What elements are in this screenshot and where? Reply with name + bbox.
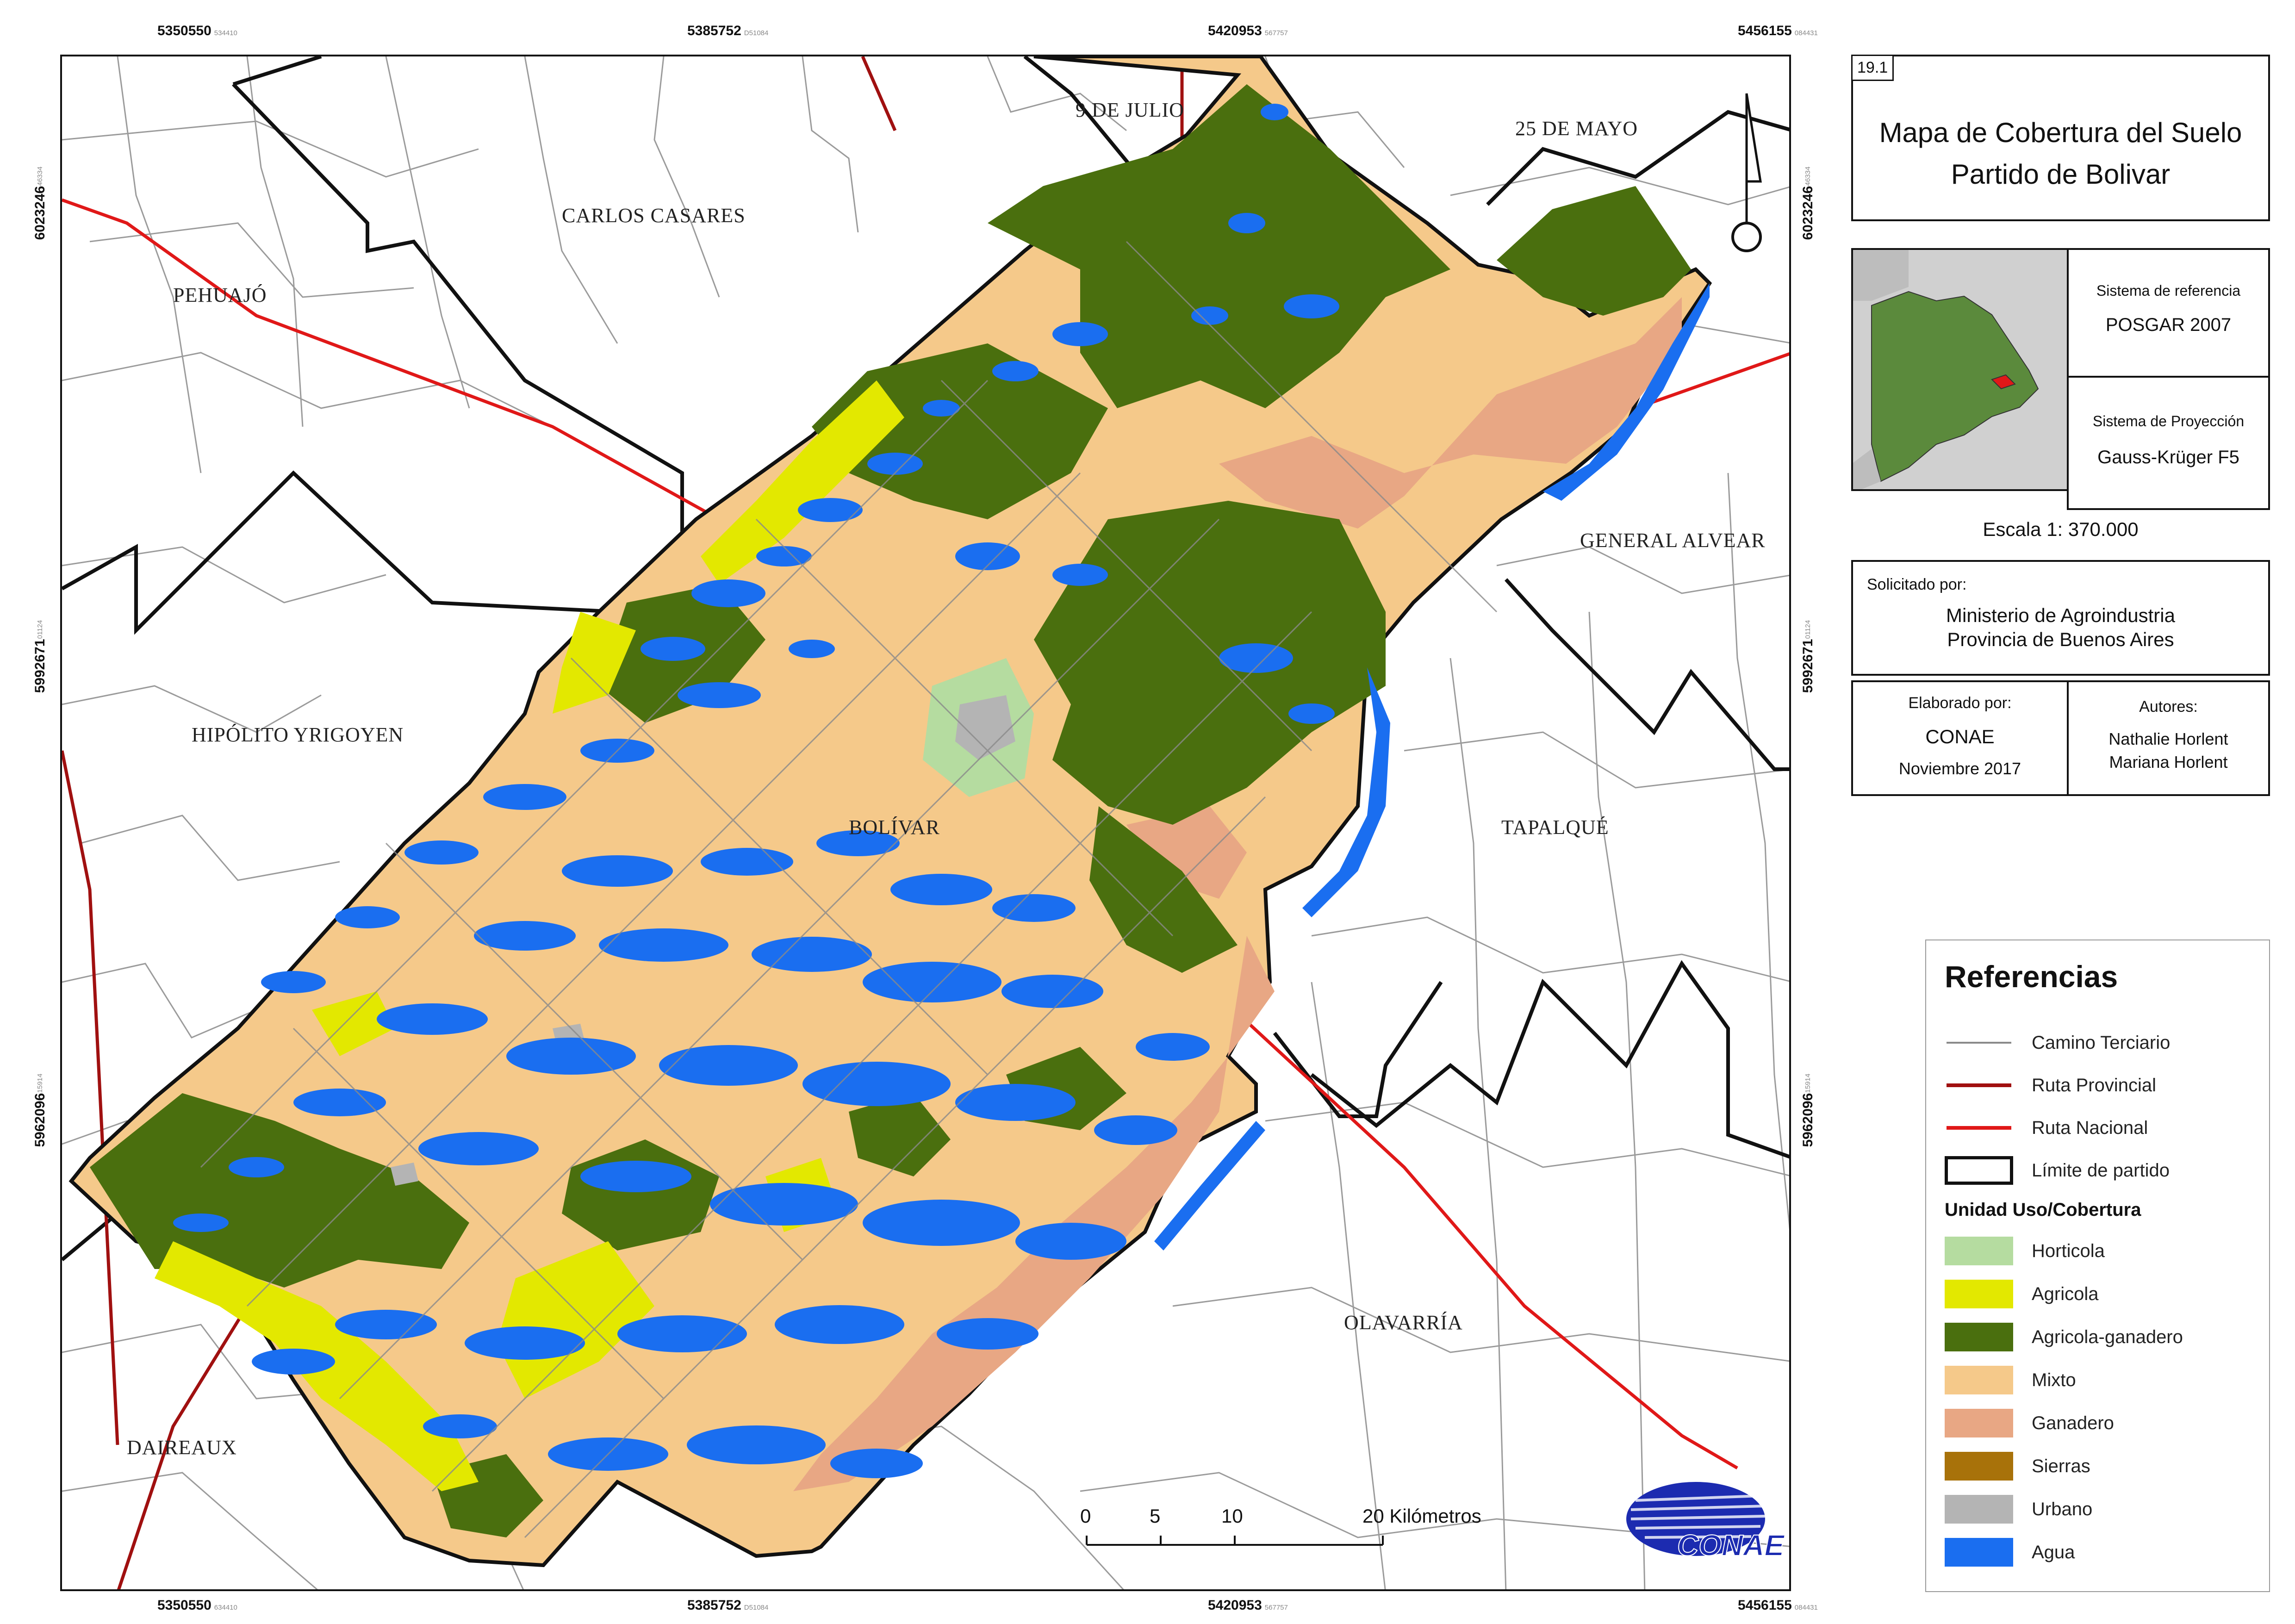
ref-system-value: POSGAR 2007	[2105, 315, 2232, 335]
map-number: 19.1	[1851, 55, 1894, 81]
authors-box: Autores: Nathalie Horlent Mariana Horlen…	[2067, 680, 2270, 796]
coord-top-4: 5456155 084431	[1738, 23, 1818, 38]
legend-title: Referencias	[1945, 959, 2118, 994]
legend-urbano: Urbano	[1945, 1495, 2092, 1524]
author-name: Mariana Horlent	[2109, 753, 2228, 772]
coord-left-3: 596209615914	[32, 1074, 48, 1147]
scale-tick-label: 5	[1150, 1505, 1161, 1527]
scale-text: Escala 1: 370.000	[1983, 518, 2139, 540]
coord-bottom-1: 5350550 634410	[157, 1598, 237, 1613]
inset-map	[1851, 248, 2069, 491]
legend-camino-terciario: Camino Terciario	[1947, 1032, 2171, 1053]
legend-ruta-provincial: Ruta Provincial	[1947, 1075, 2157, 1095]
place-label: OLAVARRÍA	[1344, 1311, 1463, 1334]
conae-logo: CONAE	[1626, 1473, 1785, 1565]
legend-ruta-nacional: Ruta Nacional	[1947, 1117, 2148, 1138]
conae-logo-text: CONAE	[1677, 1528, 1785, 1562]
place-label: CARLOS CASARES	[562, 204, 746, 227]
legend-agricola: Agricola	[1945, 1280, 2099, 1308]
place-label: GENERAL ALVEAR	[1580, 529, 1766, 552]
bolivar-partido	[68, 56, 1712, 1568]
coord-right-3: 596209615914	[1800, 1074, 1816, 1147]
made-by-value: CONAE	[1925, 726, 1995, 747]
authors-label: Autores:	[2139, 698, 2198, 716]
scale-bar: 0 5 10 20 Kilómetros	[1080, 1505, 1481, 1561]
requested-line2: Provincia de Buenos Aires	[1947, 628, 2174, 650]
coord-right-2: 599267101124	[1800, 620, 1816, 693]
projection-value: Gauss-Krüger F5	[2097, 447, 2239, 467]
place-label: 25 DE MAYO	[1515, 117, 1638, 140]
scale-tick-label: 10	[1221, 1505, 1243, 1527]
place-label: BOLÍVAR	[849, 816, 940, 839]
scale-tick-label: 20 Kilómetros	[1362, 1505, 1481, 1527]
requested-line1: Ministerio de Agroindustria	[1946, 604, 2175, 626]
place-label: HIPÓLITO YRIGOYEN	[192, 723, 404, 746]
projection-label: Sistema de Proyección	[2092, 413, 2245, 429]
legend-subtitle: Unidad Uso/Cobertura	[1945, 1200, 2141, 1220]
coord-top-1: 5350550 534410	[157, 23, 237, 38]
author-name: Nathalie Horlent	[2108, 729, 2228, 748]
ref-system-label: Sistema de referencia	[2096, 282, 2241, 299]
requested-box: Solicitado por: Ministerio de Agroindust…	[1851, 560, 2270, 676]
place-label: PEHUAJÓ	[173, 284, 267, 306]
made-by-box: Elaborado por: CONAE Noviembre 2017	[1851, 680, 2069, 796]
legend-limite-partido: Límite de partido	[1945, 1156, 2170, 1185]
ref-system-box: Sistema de referencia POSGAR 2007	[2067, 248, 2270, 378]
legend-sierras: Sierras	[1945, 1452, 2090, 1481]
coord-left-2: 599267101124	[32, 620, 48, 693]
projection-box: Sistema de Proyección Gauss-Krüger F5	[2067, 376, 2270, 510]
map-frame: 9 DE JULIO 25 DE MAYO CARLOS CASARES PEH…	[60, 55, 1791, 1591]
legend-ganadero: Ganadero	[1945, 1409, 2114, 1437]
coord-left-1: 602324646334	[32, 167, 48, 240]
coord-top-3: 5420953 567757	[1208, 23, 1288, 38]
scale-tick-label: 0	[1080, 1505, 1091, 1527]
map-title: Mapa de Cobertura del Suelo Partido de B…	[1853, 112, 2268, 195]
coord-bottom-4: 5456155 084431	[1738, 1598, 1818, 1613]
made-by-label: Elaborado por:	[1908, 694, 2012, 712]
place-label: DAIREAUX	[127, 1436, 237, 1459]
legend-agricola-ganadero: Agricola-ganadero	[1945, 1323, 2183, 1351]
coord-bottom-2: 5385752 D51084	[687, 1598, 769, 1613]
place-label: 9 DE JULIO	[1076, 99, 1184, 121]
coord-top-2: 5385752 D51084	[687, 23, 769, 38]
made-date: Noviembre 2017	[1898, 759, 2021, 778]
legend-horticola: Horticola	[1945, 1237, 2105, 1265]
legend-agua: Agua	[1945, 1538, 2075, 1567]
legend-mixto: Mixto	[1945, 1366, 2076, 1394]
legend: Referencias Camino Terciario Ruta Provin…	[1925, 940, 2270, 1592]
map-title-line1: Mapa de Cobertura del Suelo	[1879, 117, 2242, 148]
north-arrow-icon	[1731, 93, 1762, 252]
coord-right-1: 602324646334	[1800, 167, 1816, 240]
place-label: TAPALQUÉ	[1501, 816, 1609, 839]
title-box: 19.1 Mapa de Cobertura del Suelo Partido…	[1851, 55, 2270, 221]
coord-bottom-3: 5420953 567757	[1208, 1598, 1288, 1613]
requested-label: Solicitado por:	[1867, 576, 1967, 593]
map-title-line2: Partido de Bolivar	[1951, 159, 2171, 190]
